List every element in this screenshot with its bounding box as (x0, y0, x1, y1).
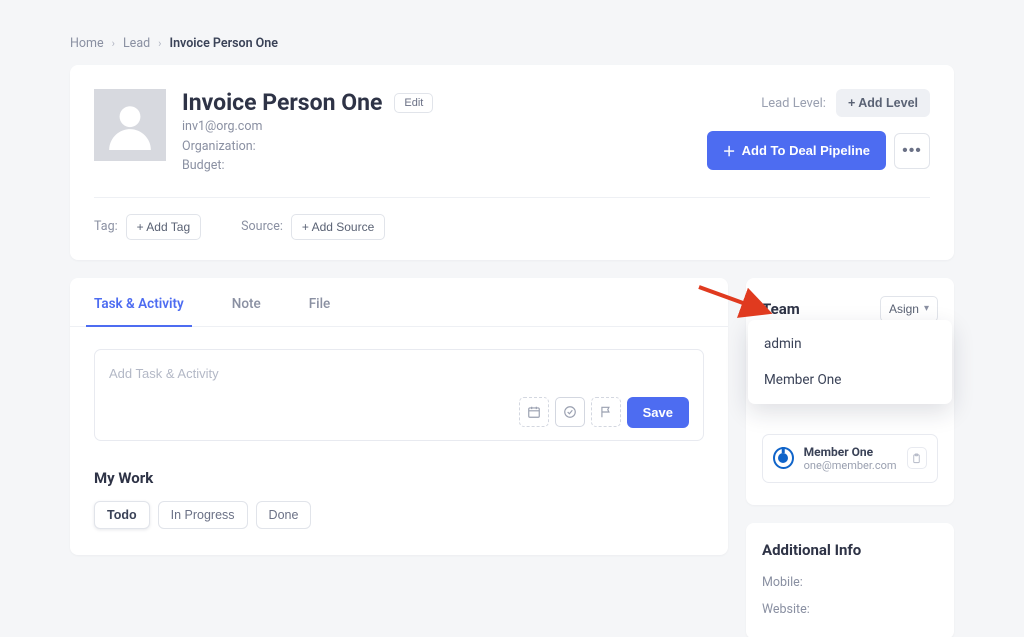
filter-in-progress[interactable]: In Progress (158, 501, 248, 529)
flag-icon-button[interactable] (591, 397, 621, 427)
assign-button[interactable]: Asign ▾ (880, 296, 938, 322)
task-input[interactable] (109, 362, 689, 397)
flag-icon (599, 405, 613, 419)
tab-file[interactable]: File (309, 278, 331, 326)
additional-info-title: Additional Info (762, 541, 938, 559)
tab-task-activity[interactable]: Task & Activity (94, 278, 184, 326)
lead-organization-label: Organization: (182, 138, 691, 156)
breadcrumb-lead[interactable]: Lead (123, 36, 150, 51)
assign-option-admin[interactable]: admin (748, 326, 952, 362)
add-pipeline-label: Add To Deal Pipeline (742, 143, 870, 158)
breadcrumb: Home › Lead › Invoice Person One (70, 36, 954, 51)
additional-info-card: Additional Info Mobile: Website: (746, 523, 954, 637)
more-actions-button[interactable]: ••• (894, 133, 930, 169)
breadcrumb-home[interactable]: Home (70, 36, 104, 51)
filter-done[interactable]: Done (256, 501, 312, 529)
status-icon-button[interactable] (555, 397, 585, 427)
dots-horizontal-icon: ••• (902, 142, 922, 160)
activity-card: Task & Activity Note File (70, 278, 728, 555)
edit-button[interactable]: Edit (394, 93, 433, 113)
team-member-chip: Member One one@member.com (762, 434, 938, 484)
clipboard-icon (911, 453, 922, 464)
add-source-button[interactable]: + Add Source (291, 214, 385, 240)
remove-member-button[interactable] (907, 447, 928, 469)
my-work-title: My Work (94, 469, 704, 487)
save-task-button[interactable]: Save (627, 397, 689, 428)
calendar-icon-button[interactable] (519, 397, 549, 427)
lead-budget-label: Budget: (182, 157, 691, 175)
team-card: Team Asign ▾ admin Member One Member One… (746, 278, 954, 506)
member-name: Member One (804, 445, 897, 459)
person-icon (105, 100, 155, 150)
lead-level-label: Lead Level: (761, 96, 826, 111)
info-mobile-label: Mobile: (762, 575, 938, 590)
calendar-icon (527, 405, 541, 419)
member-email: one@member.com (804, 459, 897, 472)
team-title: Team (762, 300, 800, 318)
task-input-box: Save (94, 349, 704, 441)
lead-email: inv1@org.com (182, 118, 691, 136)
add-to-deal-pipeline-button[interactable]: ＋ Add To Deal Pipeline (707, 131, 886, 170)
plus-icon: ＋ (723, 141, 736, 160)
add-level-button[interactable]: + Add Level (836, 89, 930, 117)
chevron-down-icon: ▾ (924, 303, 929, 314)
filter-todo[interactable]: Todo (94, 501, 150, 529)
power-icon (773, 447, 794, 469)
check-circle-icon (563, 405, 577, 419)
source-label: Source: (241, 219, 283, 234)
assign-label: Asign (889, 302, 919, 316)
tabs: Task & Activity Note File (70, 278, 728, 327)
breadcrumb-current: Invoice Person One (169, 36, 278, 51)
divider (94, 197, 930, 198)
add-tag-button[interactable]: + Add Tag (126, 214, 202, 240)
chevron-right-icon: › (112, 37, 115, 50)
avatar (94, 89, 166, 161)
tag-label: Tag: (94, 219, 118, 234)
lead-name: Invoice Person One (182, 89, 382, 116)
lead-header-card: Invoice Person One Edit inv1@org.com Org… (70, 65, 954, 260)
info-website-label: Website: (762, 602, 938, 617)
tab-note[interactable]: Note (232, 278, 261, 326)
my-work-filters: Todo In Progress Done (94, 501, 704, 529)
assign-popover: admin Member One (748, 320, 952, 404)
assign-option-member-one[interactable]: Member One (748, 362, 952, 398)
chevron-right-icon: › (158, 37, 161, 50)
